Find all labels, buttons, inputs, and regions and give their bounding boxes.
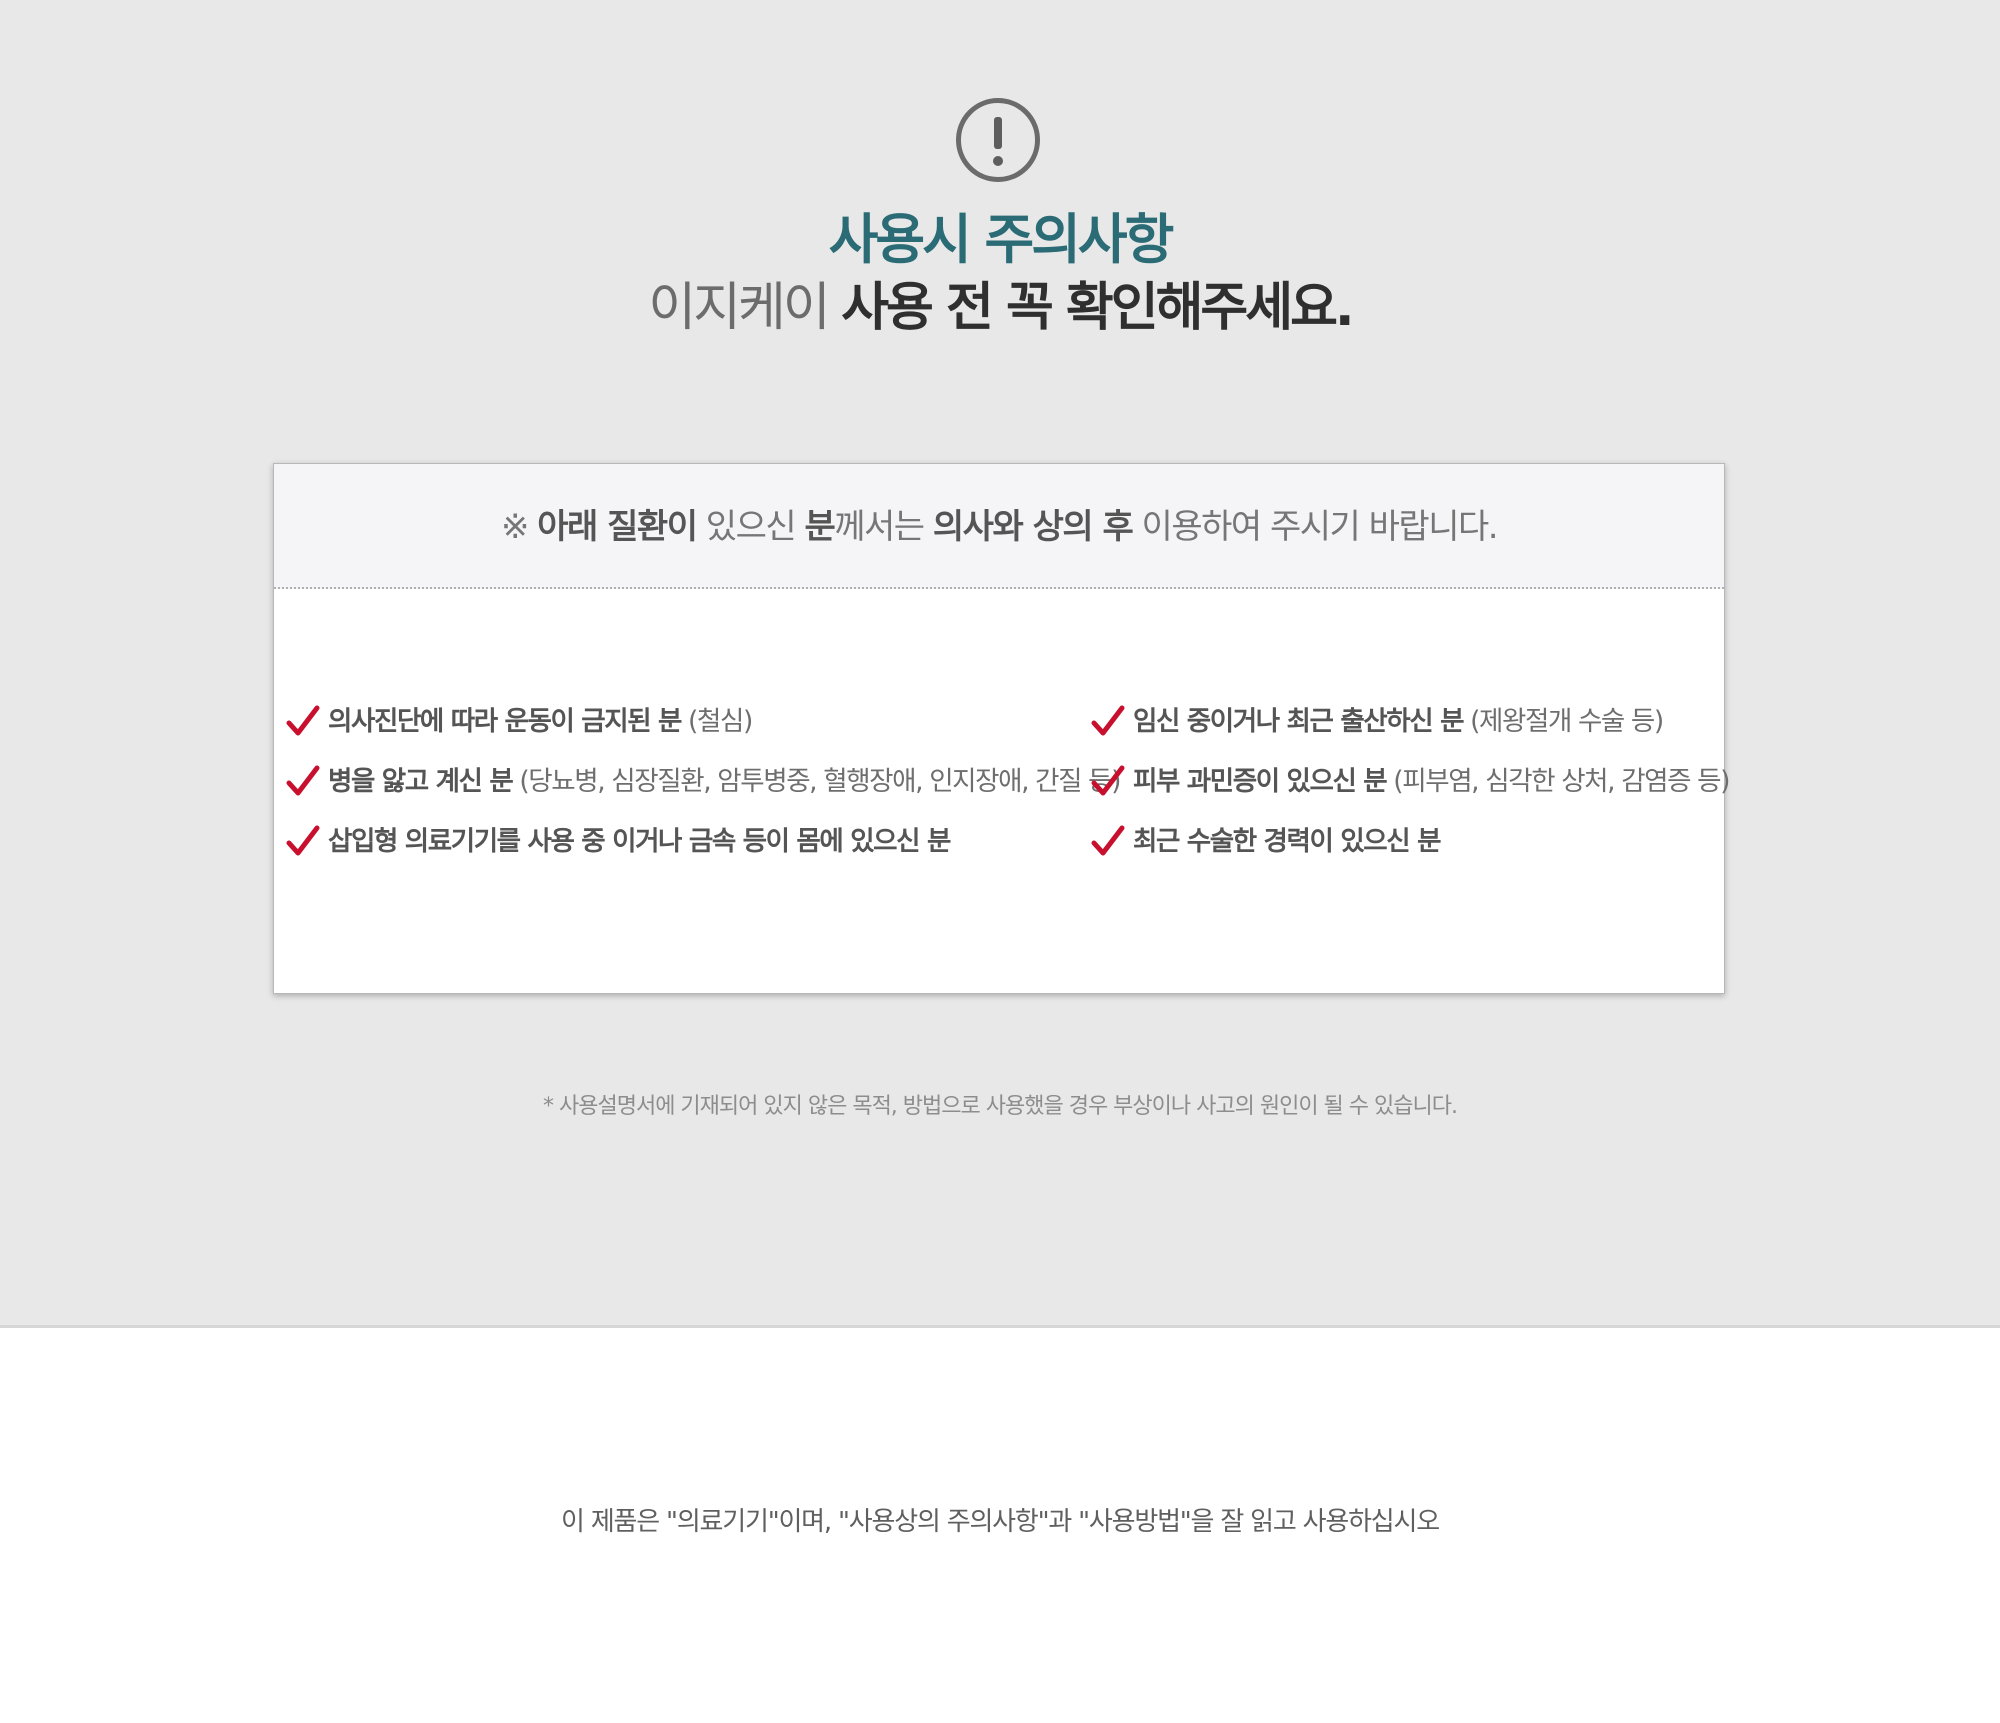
caution-panel: ※ 아래 질환이 있으신 분께서는 의사와 상의 후 이용하여 주시기 바랍니다… (273, 463, 1730, 994)
footnote: * 사용설명서에 기재되어 있지 않은 목적, 방법으로 사용했을 경우 부상이… (543, 1094, 1458, 1119)
notice-text-1: 있으신 (696, 507, 805, 547)
consult-notice: ※ 아래 질환이 있으신 분께서는 의사와 상의 후 이용하여 주시기 바랍니다… (274, 502, 1724, 552)
notice-prefix: ※ (500, 507, 538, 547)
page-title: 사용시 주의사항 (828, 208, 1175, 271)
exclamation-circle-icon (956, 98, 1040, 182)
caution-section: 사용시 주의사항 이지케이 사용 전 꼭 확인해주세요. ※ 아래 질환이 있으… (0, 0, 2000, 1325)
item-condition: 임신 중이거나 최근 출산하신 분 (1133, 706, 1464, 737)
checkmark-icon (286, 825, 320, 856)
item-detail: (철심) (681, 706, 753, 737)
item-condition: 의사진단에 따라 운동이 금지된 분 (328, 706, 682, 737)
item-condition: 피부 과민증이 있으신 분 (1133, 766, 1388, 797)
checkmark-icon (1091, 705, 1125, 736)
medical-device-notice: 이 제품은 "의료기기"이며, "사용상의 주의사항"과 "사용방법"을 잘 읽… (561, 1507, 1440, 1537)
checkmark-icon (1091, 825, 1125, 856)
item-detail: (피부염, 심각한 상처, 감염증 등) (1386, 766, 1730, 797)
item-text: 피부 과민증이 있으신 분 (피부염, 심각한 상처, 감염증 등) (1133, 760, 1730, 804)
item-text: 의사진단에 따라 운동이 금지된 분 (철심) (328, 700, 753, 744)
subtitle-brand: 이지케이 (648, 278, 830, 338)
checkmark-icon (286, 705, 320, 736)
notice-bold-person: 분 (804, 507, 835, 547)
exclamation-dot (993, 156, 1003, 166)
notice-bold-doctor: 의사와 상의 후 (932, 507, 1134, 547)
notice-text-2: 께서는 (834, 507, 933, 547)
item-condition: 병을 앓고 계신 분 (328, 766, 514, 797)
page-subtitle: 이지케이 사용 전 꼭 확인해주세요. (0, 275, 2000, 341)
item-text: 삽입형 의료기기를 사용 중 이거나 금속 등이 몸에 있으신 분 (328, 820, 951, 864)
item-condition: 삽입형 의료기기를 사용 중 이거나 금속 등이 몸에 있으신 분 (328, 826, 951, 857)
item-text: 최근 수술한 경력이 있으신 분 (1133, 820, 1441, 864)
checkmark-icon (286, 765, 320, 796)
section-divider (0, 1325, 2000, 1328)
notice-text-3: 이용하여 주시기 바랍니다. (1132, 507, 1499, 547)
notice-bold-condition: 아래 질환이 (537, 507, 698, 547)
item-detail: (당뇨병, 심장질환, 암투병중, 혈행장애, 인지장애, 간질 등) (512, 766, 1121, 797)
subtitle-emphasis: 사용 전 꼭 확인해주세요. (841, 278, 1354, 338)
item-text: 임신 중이거나 최근 출산하신 분 (제왕절개 수술 등) (1133, 700, 1664, 744)
panel-header: ※ 아래 질환이 있으신 분께서는 의사와 상의 후 이용하여 주시기 바랍니다… (274, 464, 1724, 589)
exclamation-bar (994, 117, 1002, 149)
checkmark-icon (1091, 765, 1125, 796)
item-text: 병을 앓고 계신 분 (당뇨병, 심장질환, 암투병중, 혈행장애, 인지장애,… (328, 760, 1121, 804)
item-condition: 최근 수술한 경력이 있으신 분 (1133, 826, 1441, 857)
item-detail: (제왕절개 수술 등) (1463, 706, 1664, 737)
